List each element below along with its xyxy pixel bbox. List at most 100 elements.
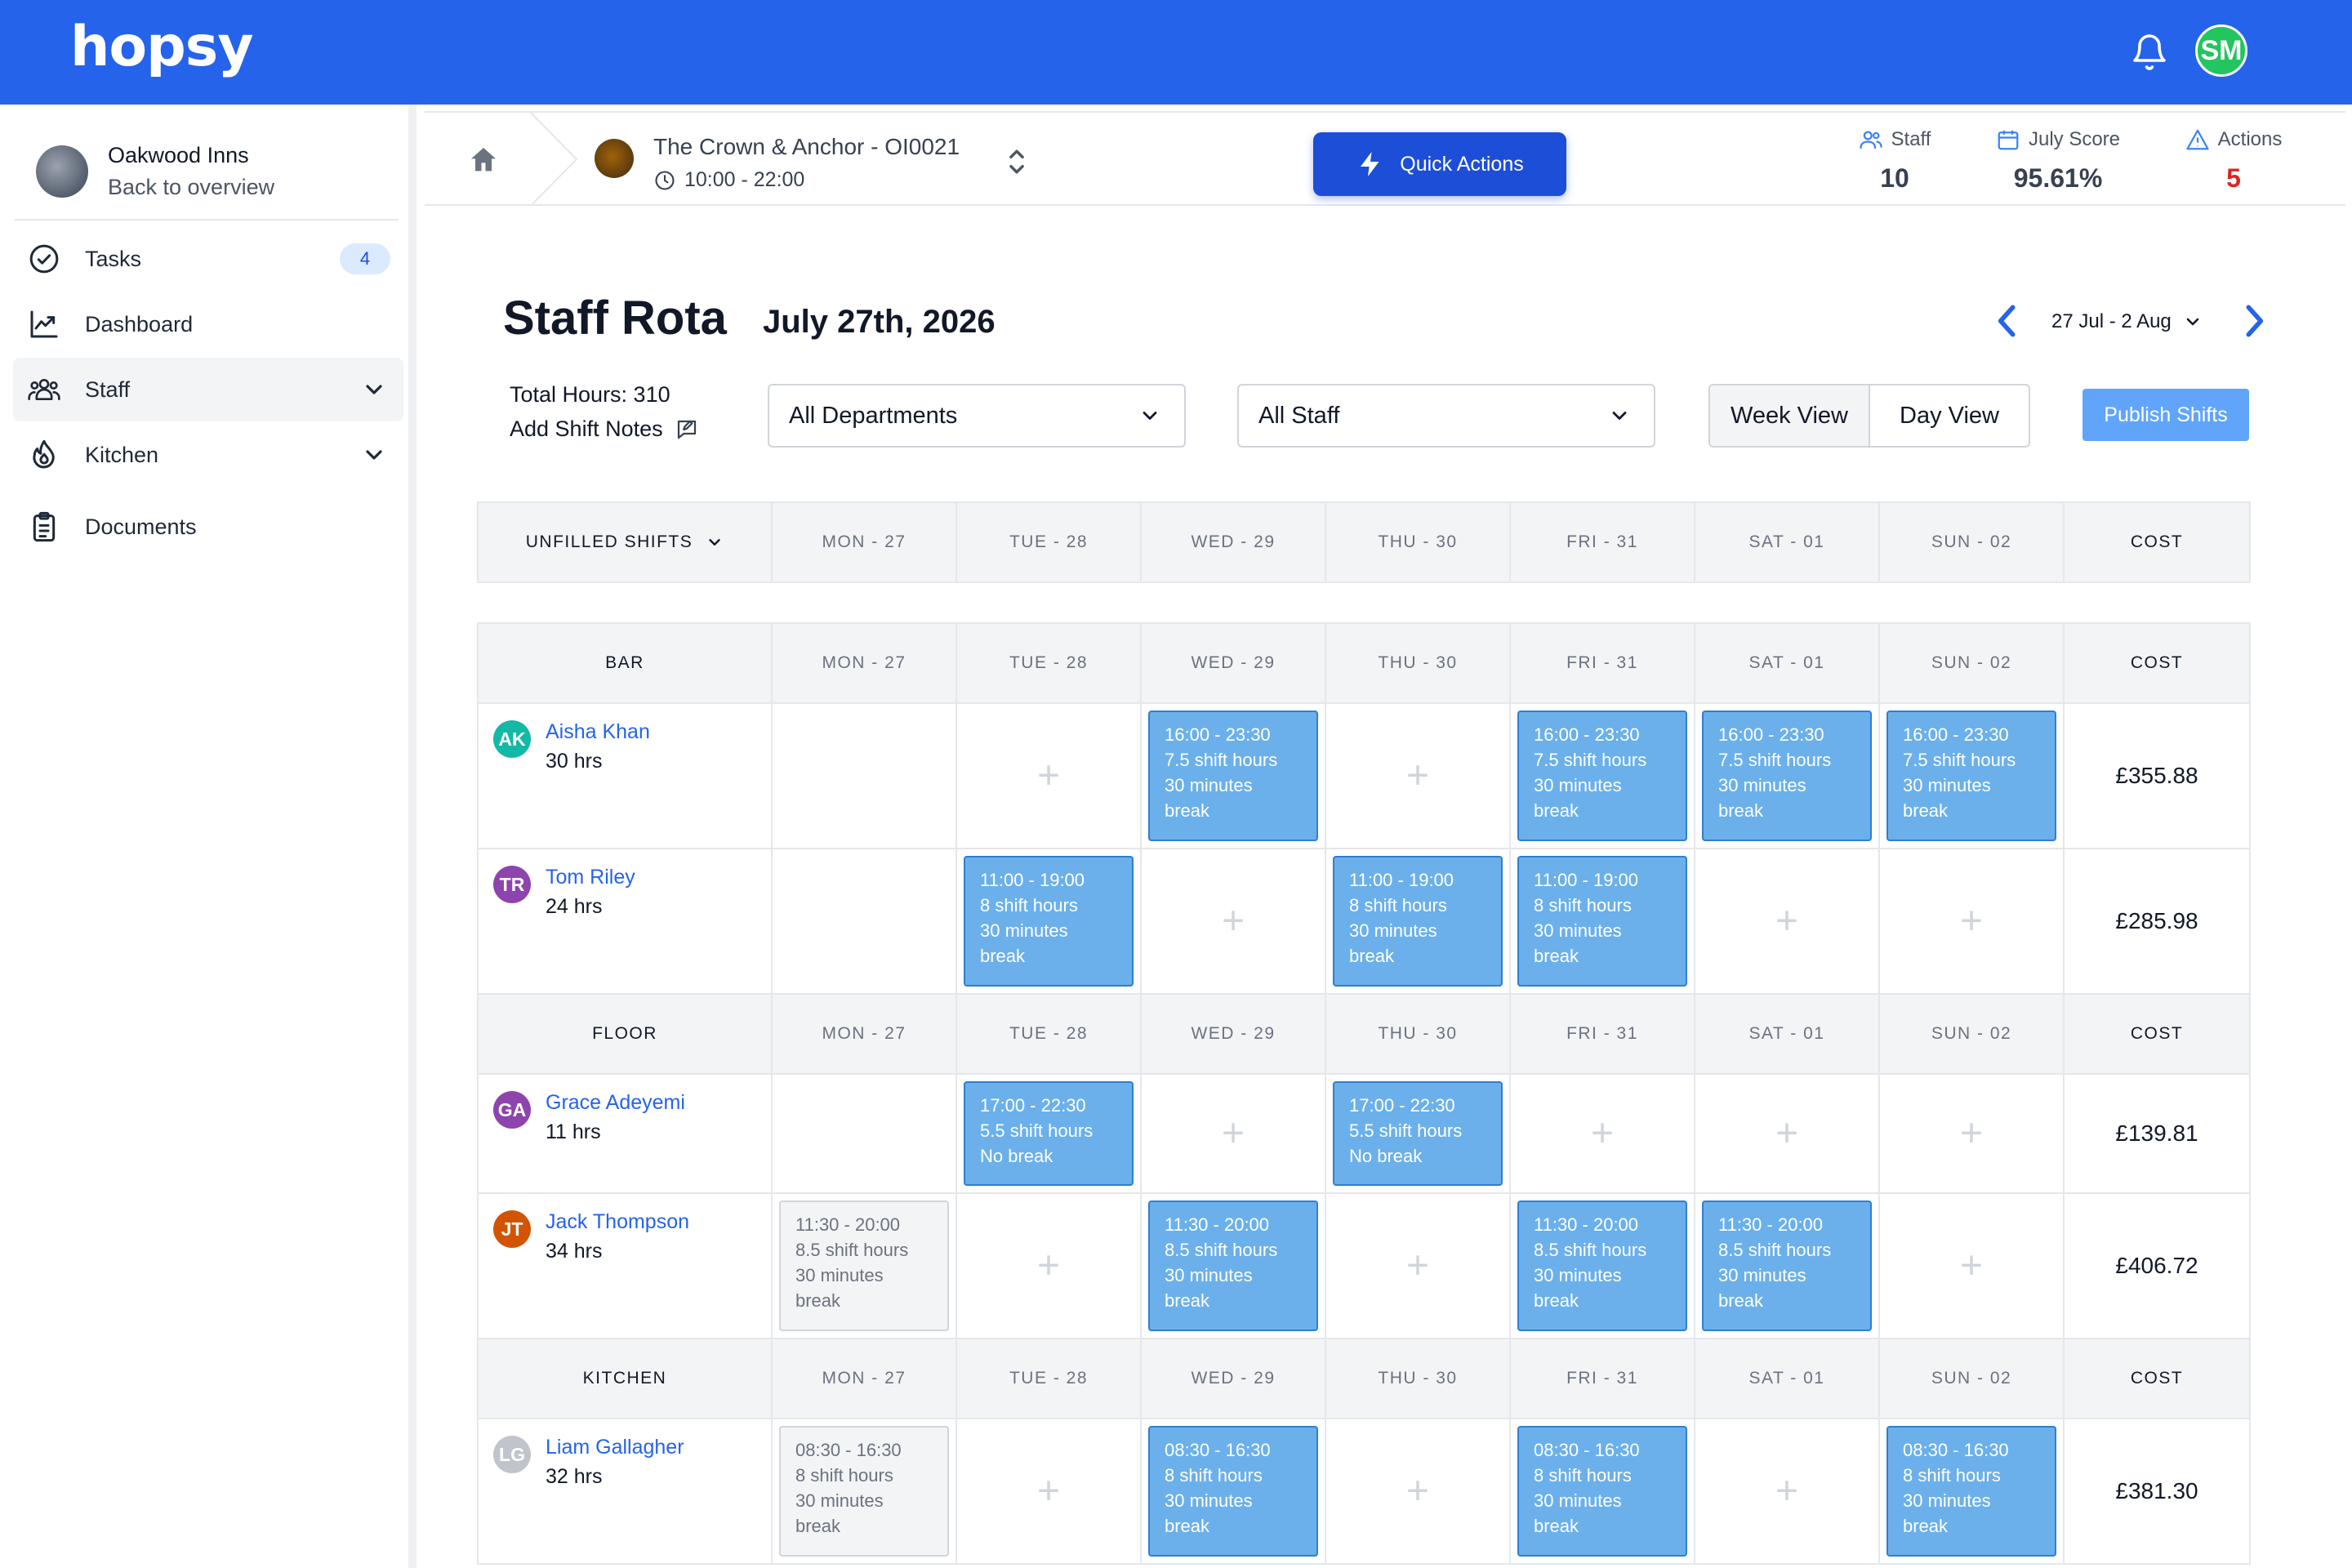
sidebar-item-dashboard[interactable]: Dashboard bbox=[13, 292, 403, 356]
sidebar-item-documents[interactable]: Documents bbox=[13, 495, 403, 559]
section-header-label[interactable]: UNFILLED SHIFTS bbox=[479, 503, 773, 583]
venue-hours: 10:00 - 22:00 bbox=[653, 168, 804, 192]
shift-line: 30 minutes bbox=[1165, 775, 1253, 795]
shift-cell[interactable]: + bbox=[1326, 1194, 1511, 1339]
sidebar: Oakwood Inns Back to overview Tasks 4 Da… bbox=[0, 105, 416, 1568]
add-shift-icon[interactable]: + bbox=[1222, 899, 1245, 944]
shift-line: 16:00 - 23:30 bbox=[1165, 724, 1271, 745]
employee-name-link[interactable]: Tom Riley bbox=[546, 866, 635, 889]
shift-block[interactable]: 11:00 - 19:00 8 shift hours 30 minutes brea… bbox=[1333, 856, 1503, 987]
shift-cell[interactable]: + bbox=[1142, 849, 1326, 995]
day-header: SUN - 02 bbox=[1880, 995, 2065, 1075]
shift-block[interactable]: 08:30 - 16:30 8 shift hours 30 minutes brea… bbox=[1148, 1426, 1318, 1557]
chevron-down-icon[interactable] bbox=[361, 376, 387, 403]
shift-block[interactable]: 08:30 - 16:30 8 shift hours 30 minutes brea… bbox=[1886, 1426, 2056, 1557]
shift-cell[interactable]: + bbox=[1880, 1075, 2065, 1194]
shift-line: 16:00 - 23:30 bbox=[1534, 724, 1640, 745]
day-header: FRI - 31 bbox=[1511, 995, 1695, 1075]
quick-actions-button[interactable]: Quick Actions bbox=[1313, 132, 1566, 196]
org-name: Oakwood Inns bbox=[108, 143, 249, 167]
shift-cell[interactable]: + bbox=[1142, 1075, 1326, 1194]
section-header-label: BAR bbox=[479, 624, 773, 704]
add-shift-icon[interactable]: + bbox=[1222, 1111, 1245, 1156]
add-shift-icon[interactable]: + bbox=[1775, 899, 1798, 944]
day-view-button[interactable]: Day View bbox=[1870, 385, 2029, 446]
shift-cell[interactable]: + bbox=[957, 1419, 1142, 1565]
shift-cell[interactable]: + bbox=[957, 1194, 1142, 1339]
week-view-button[interactable]: Week View bbox=[1710, 385, 1870, 446]
user-avatar[interactable]: SM bbox=[2195, 24, 2247, 77]
shift-block[interactable]: 17:00 - 22:30 5.5 shift hours No break bbox=[964, 1081, 1134, 1186]
brand-logo[interactable]: hopsy bbox=[70, 15, 254, 79]
add-shift-icon[interactable]: + bbox=[1406, 1469, 1429, 1514]
shift-block[interactable]: 17:00 - 22:30 5.5 shift hours No break bbox=[1333, 1081, 1503, 1186]
add-shift-icon[interactable]: + bbox=[1775, 1111, 1798, 1156]
employee-name-link[interactable]: Aisha Khan bbox=[546, 720, 650, 744]
shift-block[interactable]: 11:30 - 20:00 8.5 shift hours 30 minutes br… bbox=[1517, 1200, 1687, 1331]
shift-block[interactable]: 11:30 - 20:00 8.5 shift hours 30 minutes br… bbox=[1148, 1200, 1318, 1331]
shift-cell[interactable]: + bbox=[1695, 1419, 1880, 1565]
shift-cell[interactable]: + bbox=[1511, 1075, 1695, 1194]
sidebar-item-kitchen[interactable]: Kitchen bbox=[13, 423, 403, 487]
shift-cell[interactable]: + bbox=[1695, 849, 1880, 995]
shift-block[interactable]: 11:30 - 20:00 8.5 shift hours 30 minutes br… bbox=[1702, 1200, 1872, 1331]
quick-actions-label: Quick Actions bbox=[1400, 152, 1524, 176]
cost-header: COST bbox=[2065, 624, 2251, 704]
add-shift-icon[interactable]: + bbox=[1037, 754, 1060, 799]
day-header: SUN - 02 bbox=[1880, 1339, 2065, 1419]
sidebar-item-tasks[interactable]: Tasks 4 bbox=[13, 227, 403, 291]
add-shift-icon[interactable]: + bbox=[1406, 1244, 1429, 1289]
shift-block[interactable]: 16:00 - 23:30 7.5 shift hours 30 minutes br… bbox=[1517, 710, 1687, 841]
sidebar-item-staff[interactable]: Staff bbox=[13, 358, 403, 421]
add-shift-icon[interactable]: + bbox=[1775, 1469, 1798, 1514]
shift-line: 8.5 shift hours bbox=[1534, 1240, 1647, 1260]
shift-cell[interactable]: + bbox=[957, 704, 1142, 849]
shift-cell: 11:30 - 20:00 8.5 shift hours 30 minutes br… bbox=[1511, 1194, 1695, 1339]
shift-block[interactable]: 11:00 - 19:00 8 shift hours 30 minutes brea… bbox=[964, 856, 1134, 987]
shift-block[interactable]: 16:00 - 23:30 7.5 shift hours 30 minutes br… bbox=[1702, 710, 1872, 841]
chevron-down-icon bbox=[1612, 412, 1627, 420]
publish-shifts-button[interactable]: Publish Shifts bbox=[2082, 389, 2249, 441]
shift-block[interactable]: 11:30 - 20:00 8.5 shift hours 30 minutes br… bbox=[779, 1200, 949, 1331]
add-shift-icon[interactable]: + bbox=[1037, 1469, 1060, 1514]
employee-name-link[interactable]: Grace Adeyemi bbox=[546, 1091, 685, 1115]
shift-block[interactable]: 16:00 - 23:30 7.5 shift hours 30 minutes br… bbox=[1886, 710, 2056, 841]
date-range-picker[interactable]: 27 Jul - 2 Aug bbox=[2051, 310, 2203, 333]
chevron-down-icon[interactable] bbox=[361, 442, 387, 468]
bell-icon[interactable] bbox=[2130, 33, 2169, 72]
add-shift-icon[interactable]: + bbox=[1960, 1244, 1983, 1289]
add-shift-icon[interactable]: + bbox=[1037, 1244, 1060, 1289]
shift-cell[interactable]: + bbox=[1880, 849, 2065, 995]
org-avatar bbox=[36, 145, 88, 198]
actions-stat[interactable]: Actions 5 bbox=[2156, 127, 2311, 194]
employee-cell: TR Tom Riley 24 hrs bbox=[479, 849, 773, 995]
shift-block[interactable]: 08:30 - 16:30 8 shift hours 30 minutes brea… bbox=[1517, 1426, 1687, 1557]
add-shift-icon[interactable]: + bbox=[1960, 899, 1983, 944]
shift-cell[interactable]: + bbox=[1326, 1419, 1511, 1565]
shift-cell[interactable]: + bbox=[1326, 704, 1511, 849]
add-shift-icon[interactable]: + bbox=[1960, 1111, 1983, 1156]
employee-name-link[interactable]: Jack Thompson bbox=[546, 1210, 689, 1234]
staff-select[interactable]: All Staff bbox=[1237, 384, 1655, 448]
day-header: TUE - 28 bbox=[957, 624, 1142, 704]
shift-line: No break bbox=[1349, 1146, 1423, 1166]
add-shift-icon[interactable]: + bbox=[1591, 1111, 1614, 1156]
chevron-left-icon[interactable] bbox=[1991, 301, 2024, 341]
add-shift-notes-button[interactable]: Add Shift Notes bbox=[510, 416, 699, 442]
shift-block[interactable]: 11:00 - 19:00 8 shift hours 30 minutes brea… bbox=[1517, 856, 1687, 987]
sidebar-item-label: Dashboard bbox=[85, 311, 194, 336]
shift-cell[interactable]: + bbox=[1880, 1194, 2065, 1339]
employee-name-link[interactable]: Liam Gallagher bbox=[546, 1436, 684, 1459]
shift-cell[interactable]: + bbox=[1695, 1075, 1880, 1194]
sidebar-item-label: Tasks bbox=[85, 246, 142, 271]
shift-block[interactable]: 16:00 - 23:30 7.5 shift hours 30 minutes br… bbox=[1148, 710, 1318, 841]
add-shift-icon[interactable]: + bbox=[1406, 754, 1429, 799]
home-icon[interactable] bbox=[467, 144, 500, 176]
shift-block[interactable]: 08:30 - 16:30 8 shift hours 30 minutes brea… bbox=[779, 1426, 949, 1557]
venue-switch-icon[interactable] bbox=[1003, 145, 1031, 178]
org-switcher[interactable]: Oakwood Inns Back to overview bbox=[15, 124, 399, 220]
chevron-right-icon[interactable] bbox=[2238, 301, 2270, 341]
employee-avatar: JT bbox=[493, 1210, 531, 1248]
department-select[interactable]: All Departments bbox=[768, 384, 1186, 448]
back-to-overview-link[interactable]: Back to overview bbox=[108, 175, 274, 200]
